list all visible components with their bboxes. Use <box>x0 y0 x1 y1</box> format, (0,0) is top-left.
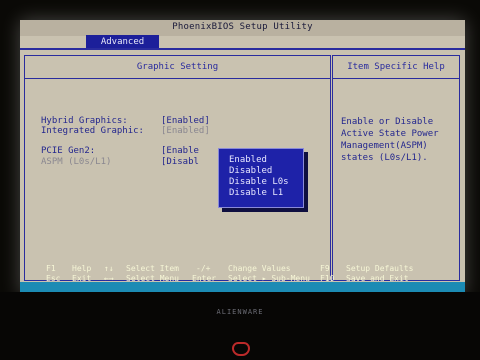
option-enabled[interactable]: Enabled <box>229 155 267 165</box>
help-panel: Item Specific Help Enable or Disable Act… <box>332 55 460 281</box>
help-text: Enable or Disable Active State Power Man… <box>341 116 459 164</box>
key-f9: F9 <box>320 264 330 273</box>
key-f1: F1 <box>46 264 56 273</box>
help-line: Management(ASPM) <box>341 141 428 151</box>
power-icon[interactable] <box>232 342 250 356</box>
option-disable-l0s[interactable]: Disable L0s <box>229 177 289 187</box>
setting-value-hybrid-graphics[interactable]: [Enabled] <box>161 116 210 126</box>
option-disable-l1[interactable]: Disable L1 <box>229 188 283 198</box>
key-f1-desc: Help <box>72 264 92 273</box>
key-enter: Enter <box>192 274 217 283</box>
panel-heading: Graphic Setting <box>25 56 330 79</box>
setting-label-integrated-graphic: Integrated Graphic: <box>41 126 144 136</box>
key-updown: ↑↓ <box>104 264 114 273</box>
help-line: states (L0s/L1). <box>341 153 428 163</box>
setting-label-pcie-gen2: PCIE Gen2: <box>41 146 96 156</box>
help-line: Enable or Disable <box>341 117 434 127</box>
tab-advanced[interactable]: Advanced <box>86 35 159 49</box>
key-leftright: ←→ <box>104 274 114 283</box>
tab-separator <box>20 48 465 50</box>
key-leftright-desc: Select Menu <box>126 274 179 283</box>
help-line: Active State Power <box>341 129 439 139</box>
bios-title: PhoenixBIOS Setup Utility <box>172 22 313 32</box>
setting-value-pcie-gen2[interactable]: [Enable <box>161 146 199 156</box>
brand-logo: ALIENWARE <box>216 308 264 316</box>
help-heading: Item Specific Help <box>333 56 459 79</box>
key-enter-desc: Select ▸ Sub-Menu <box>228 274 310 283</box>
key-esc: Esc <box>46 274 61 283</box>
key-esc-desc: Exit <box>72 274 92 283</box>
key-plusminus: -/+ <box>196 264 211 273</box>
setting-value-aspm[interactable]: [Disabl <box>161 157 199 167</box>
aspm-options-dropdown[interactable]: Enabled Disabled Disable L0s Disable L1 <box>218 148 304 208</box>
key-f9-desc: Setup Defaults <box>346 264 414 273</box>
bios-screen: PhoenixBIOS Setup Utility Advanced Graph… <box>20 20 465 297</box>
key-updown-desc: Select Item <box>126 264 179 273</box>
option-disabled[interactable]: Disabled <box>229 166 272 176</box>
key-f10: F10 <box>320 274 335 283</box>
key-plusminus-desc: Change Values <box>228 264 291 273</box>
setting-label-aspm: ASPM (L0s/L1) <box>41 157 112 167</box>
setting-value-integrated-graphic: [Enabled] <box>161 126 210 136</box>
key-f10-desc: Save and Exit <box>346 274 409 283</box>
setting-label-hybrid-graphics: Hybrid Graphics: <box>41 116 128 126</box>
